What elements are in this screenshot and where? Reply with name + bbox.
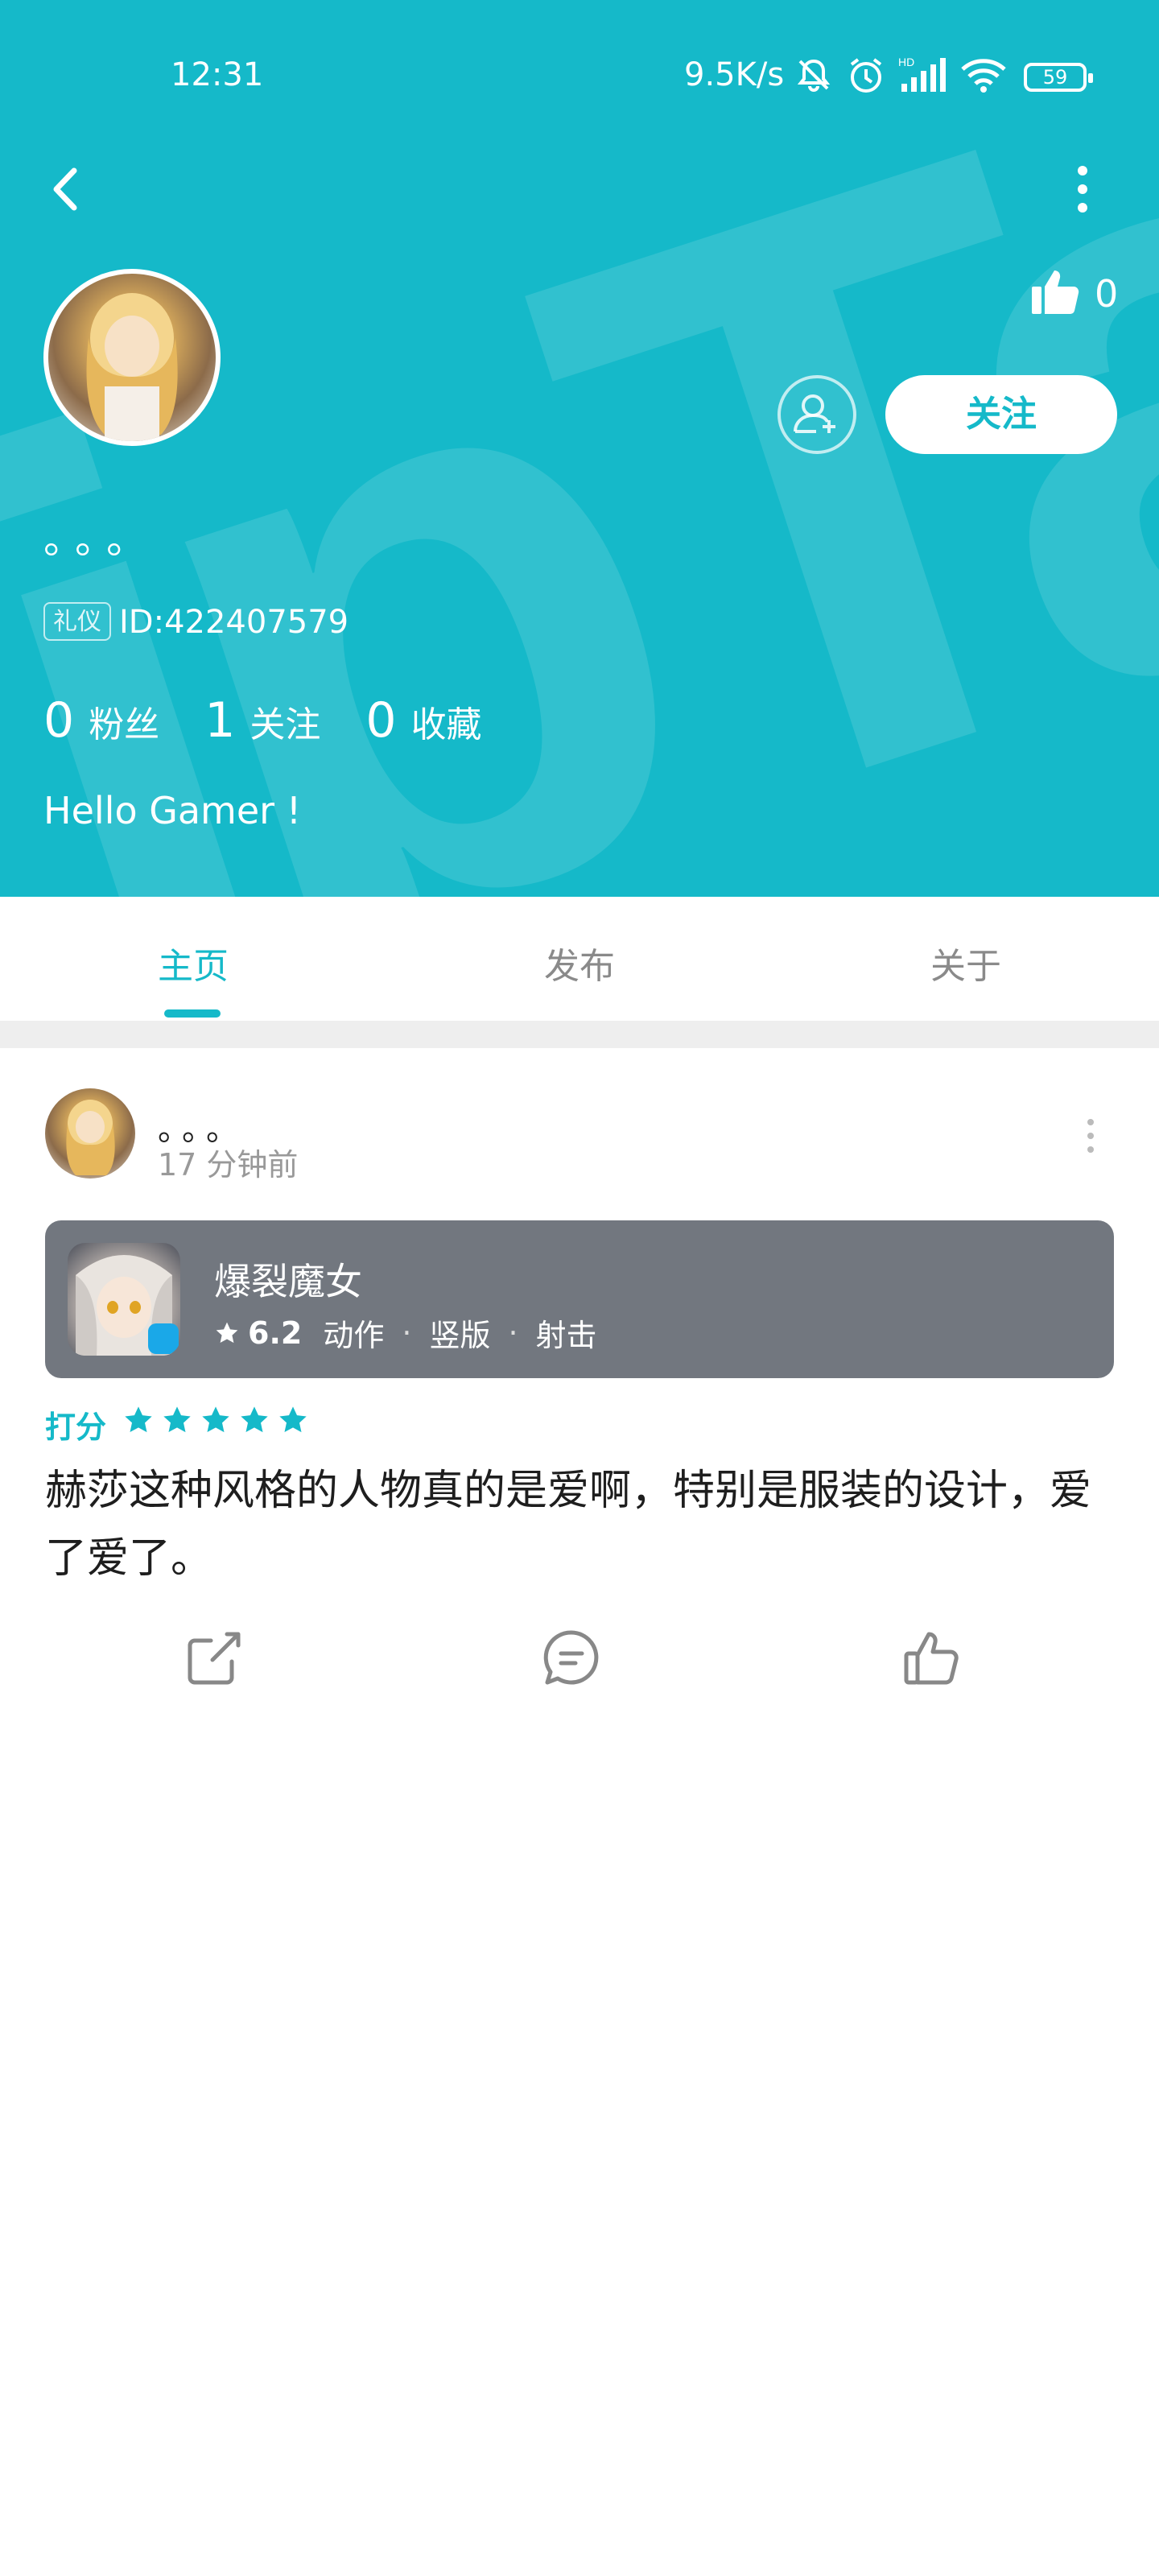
thumbs-up-icon — [1032, 270, 1079, 314]
post-more-icon[interactable] — [1079, 1116, 1103, 1156]
game-card[interactable]: 爆裂魔女 6.2 动作 · 竖版 · 射击 — [45, 1220, 1114, 1378]
game-title: 爆裂魔女 — [214, 1260, 362, 1303]
star-icon — [216, 1322, 238, 1343]
profile-stats: 0 粉丝 1 关注 0 收藏 — [43, 692, 527, 749]
profile-header: ipTap 12:31 9.5K/s HD 59 0 关注 。。。 礼仪 ID:… — [0, 0, 1159, 897]
tab-home[interactable]: 主页 — [97, 937, 290, 989]
more-vertical-icon[interactable] — [1062, 161, 1103, 217]
signal-icon: HD — [898, 56, 946, 92]
follow-button[interactable]: 关注 — [885, 375, 1117, 454]
alarm-icon — [850, 58, 882, 93]
star-icon — [202, 1406, 229, 1433]
rating-label: 打分 — [45, 1410, 107, 1445]
game-tag: 射击 — [535, 1318, 597, 1353]
battery-icon: 59 — [1024, 63, 1093, 92]
add-friend-button[interactable] — [777, 375, 856, 454]
comment-icon[interactable] — [539, 1626, 604, 1690]
bell-muted-icon — [797, 59, 831, 92]
favorites-label[interactable]: 收藏 — [411, 696, 482, 747]
tv-badge-icon — [148, 1323, 179, 1354]
profile-likes-count: 0 — [1095, 272, 1119, 316]
status-time: 12:31 — [171, 56, 264, 93]
tab-about[interactable]: 关于 — [869, 937, 1062, 989]
section-divider — [0, 1021, 1159, 1048]
add-user-icon — [794, 394, 835, 433]
share-icon[interactable] — [182, 1626, 246, 1690]
game-meta: 6.2 动作 · 竖版 · 射击 — [214, 1311, 597, 1355]
profile-avatar[interactable] — [43, 269, 221, 446]
rating-stars — [122, 1404, 316, 1436]
wifi-icon — [961, 59, 1006, 93]
profile-username: 。。。 — [43, 516, 158, 563]
favorites-count[interactable]: 0 — [365, 692, 396, 749]
fans-label[interactable]: 粉丝 — [89, 696, 159, 747]
tab-posts[interactable]: 发布 — [483, 937, 676, 989]
like-icon[interactable] — [900, 1626, 964, 1690]
profile-like-button[interactable]: 0 — [1030, 267, 1143, 324]
star-icon — [241, 1406, 268, 1433]
status-net-speed: 9.5K/s — [684, 56, 785, 93]
status-bar: 12:31 9.5K/s HD 59 — [0, 0, 1159, 153]
star-icon — [163, 1406, 191, 1433]
tab-active-indicator — [164, 1009, 221, 1018]
post-timestamp: 17 分钟前 — [158, 1147, 299, 1183]
following-label[interactable]: 关注 — [250, 696, 320, 747]
profile-tabs: 主页 发布 关于 — [0, 897, 1159, 1021]
svg-text:HD: HD — [898, 56, 914, 68]
user-id: ID:422407579 — [119, 604, 349, 641]
following-count[interactable]: 1 — [204, 692, 235, 749]
profile-bio: Hello Gamer ! — [43, 789, 302, 832]
game-score: 6.2 — [248, 1315, 303, 1351]
post-body[interactable]: 赫莎这种风格的人物真的是爱啊，特别是服装的设计，爱了爱了。 — [45, 1457, 1124, 1592]
fans-count[interactable]: 0 — [43, 692, 74, 749]
post-author-avatar[interactable] — [45, 1088, 135, 1179]
tag-separator: · — [402, 1315, 412, 1351]
back-button[interactable] — [40, 161, 89, 217]
star-icon — [125, 1406, 152, 1433]
game-tag: 竖版 — [429, 1318, 491, 1353]
game-tag: 动作 — [323, 1318, 385, 1353]
star-icon — [279, 1406, 307, 1433]
game-icon — [68, 1243, 180, 1356]
user-badge[interactable]: 礼仪 — [43, 602, 111, 641]
tag-separator: · — [508, 1315, 518, 1351]
